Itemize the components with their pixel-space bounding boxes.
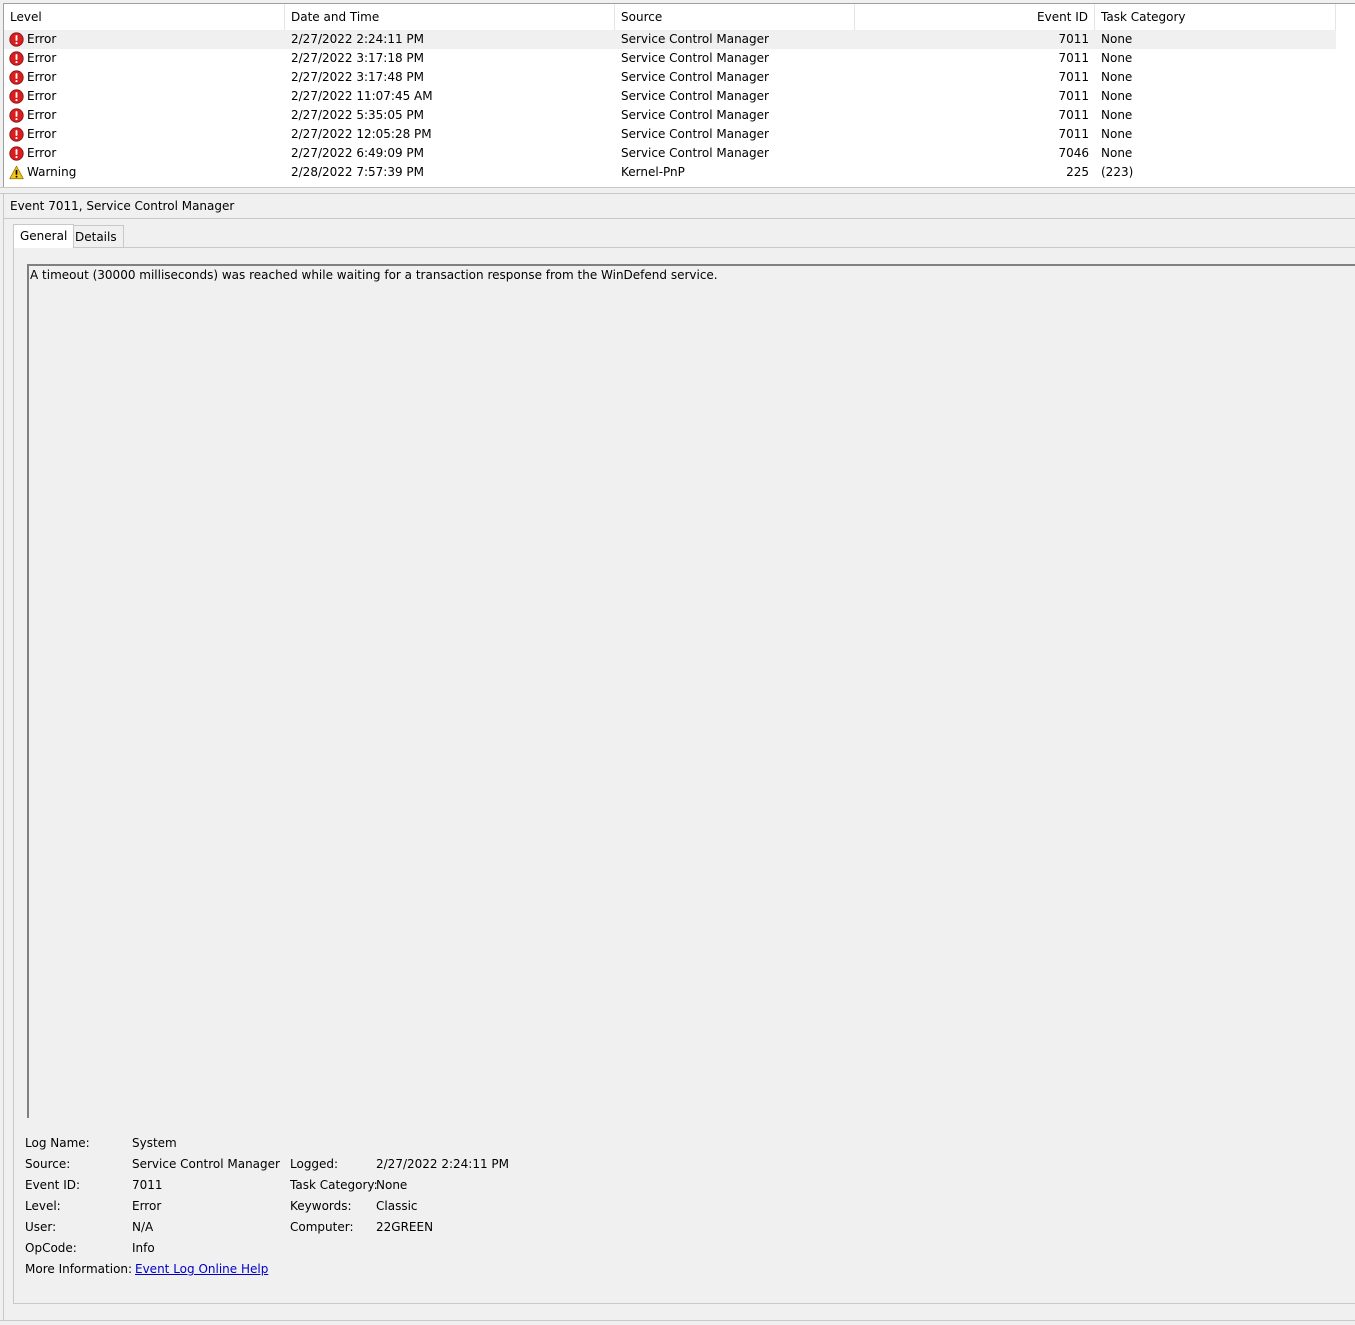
table-row[interactable]: Error 2/27/2022 11:07:45 AM Service Contro… xyxy=(4,87,1336,106)
date-time-cell: 2/27/2022 6:49:09 PM xyxy=(291,146,425,160)
event-log-online-help-link[interactable]: Event Log Online Help xyxy=(135,1262,268,1276)
event-id-cell: 225 xyxy=(1066,165,1089,179)
keywords-label: Keywords: xyxy=(290,1199,352,1213)
logged-label: Logged: xyxy=(290,1157,339,1171)
source-cell: Service Control Manager xyxy=(621,70,769,84)
task-category-cell: None xyxy=(1101,32,1133,46)
task-category-cell: None xyxy=(1101,70,1133,84)
user-value: N/A xyxy=(132,1220,154,1234)
table-row[interactable]: Error 2/27/2022 2:24:11 PM Service Control… xyxy=(4,30,1336,49)
level-cell: Error xyxy=(27,32,57,46)
source-value: Service Control Manager xyxy=(132,1157,280,1171)
column-header-task-category[interactable]: Task Category xyxy=(1095,4,1336,30)
date-time-cell: 2/28/2022 7:57:39 PM xyxy=(291,165,425,179)
level-cell: Error xyxy=(27,127,57,141)
source-cell: Service Control Manager xyxy=(621,32,769,46)
level-cell: Error xyxy=(27,51,57,65)
task-category-cell: None xyxy=(1101,108,1133,122)
level-label: Level: xyxy=(25,1199,61,1213)
source-label: Source: xyxy=(25,1157,71,1171)
date-time-cell: 2/27/2022 3:17:18 PM xyxy=(291,51,425,65)
computer-value: 22GREEN xyxy=(376,1220,434,1234)
error-icon xyxy=(9,127,24,142)
date-time-cell: 2/27/2022 5:35:05 PM xyxy=(291,108,425,122)
detail-separator xyxy=(3,218,1355,219)
logged-value: 2/27/2022 2:24:11 PM xyxy=(376,1157,510,1171)
source-cell: Service Control Manager xyxy=(621,51,769,65)
level-value: Error xyxy=(132,1199,162,1213)
event-id-cell: 7011 xyxy=(1058,32,1089,46)
user-label: User: xyxy=(25,1220,57,1234)
table-row[interactable]: Error 2/27/2022 5:35:05 PM Service Control… xyxy=(4,106,1336,125)
error-icon xyxy=(9,108,24,123)
level-cell: Error xyxy=(27,89,57,103)
error-icon xyxy=(9,89,24,104)
task-category-value: None xyxy=(376,1178,408,1192)
table-row[interactable]: Error 2/27/2022 6:49:09 PM Service Control… xyxy=(4,144,1336,163)
event-list[interactable]: Level ˄ Date and Time Source Event ID Ta… xyxy=(3,3,1355,187)
event-description-text: A timeout (30000 milliseconds) was reach… xyxy=(30,268,718,282)
tab-general[interactable]: General xyxy=(13,224,75,248)
sort-ascending-icon: ˄ xyxy=(140,3,145,11)
task-category-cell: None xyxy=(1101,51,1133,65)
list-header: Level ˄ Date and Time Source Event ID Ta… xyxy=(4,4,1355,30)
task-category-cell: None xyxy=(1101,127,1133,141)
computer-label: Computer: xyxy=(290,1220,354,1234)
error-icon xyxy=(9,51,24,66)
opcode-label: OpCode: xyxy=(25,1241,77,1255)
left-border xyxy=(3,194,4,1320)
table-row[interactable]: Warning 2/28/2022 7:57:39 PM Kernel-PnP 225… xyxy=(4,163,1336,182)
column-header-date-time[interactable]: Date and Time xyxy=(285,4,615,30)
event-id-cell: 7046 xyxy=(1058,146,1089,160)
table-row[interactable]: Error 2/27/2022 12:05:28 PM Service Contro… xyxy=(4,125,1336,144)
event-id-value: 7011 xyxy=(132,1178,163,1192)
source-cell: Service Control Manager xyxy=(621,89,769,103)
table-row[interactable]: Error 2/27/2022 3:17:18 PM Service Control… xyxy=(4,49,1336,68)
task-category-label: Task Category: xyxy=(290,1178,378,1192)
bottom-border xyxy=(0,1320,1355,1321)
tab-details[interactable]: Details xyxy=(68,225,124,247)
date-time-cell: 2/27/2022 3:17:48 PM xyxy=(291,70,425,84)
detail-title: Event 7011, Service Control Manager xyxy=(10,199,235,213)
source-cell: Kernel-PnP xyxy=(621,165,685,179)
column-header-level[interactable]: Level xyxy=(4,4,285,30)
task-category-cell: (223) xyxy=(1101,165,1134,179)
date-time-cell: 2/27/2022 12:05:28 PM xyxy=(291,127,432,141)
task-category-cell: None xyxy=(1101,146,1133,160)
source-cell: Service Control Manager xyxy=(621,146,769,160)
keywords-value: Classic xyxy=(376,1199,418,1213)
date-time-cell: 2/27/2022 2:24:11 PM xyxy=(291,32,425,46)
event-id-cell: 7011 xyxy=(1058,70,1089,84)
error-icon xyxy=(9,70,24,85)
column-header-event-id[interactable]: Event ID xyxy=(855,4,1095,30)
event-id-cell: 7011 xyxy=(1058,89,1089,103)
event-id-cell: 7011 xyxy=(1058,127,1089,141)
level-cell: Error xyxy=(27,146,57,160)
error-icon xyxy=(9,32,24,47)
source-cell: Service Control Manager xyxy=(621,108,769,122)
log-name-value: System xyxy=(132,1136,177,1150)
event-id-cell: 7011 xyxy=(1058,108,1089,122)
level-cell: Error xyxy=(27,70,57,84)
level-cell: Error xyxy=(27,108,57,122)
error-icon xyxy=(9,146,24,161)
level-cell: Warning xyxy=(27,165,77,179)
event-id-cell: 7011 xyxy=(1058,51,1089,65)
more-information-label: More Information: xyxy=(25,1262,133,1276)
pane-splitter[interactable] xyxy=(0,187,1355,194)
column-header-source[interactable]: Source xyxy=(615,4,855,30)
task-category-cell: None xyxy=(1101,89,1133,103)
warning-icon xyxy=(9,165,24,180)
opcode-value: Info xyxy=(132,1241,155,1255)
date-time-cell: 2/27/2022 11:07:45 AM xyxy=(291,89,433,103)
event-description-box[interactable]: A timeout (30000 milliseconds) was reach… xyxy=(27,264,1355,1118)
event-id-label: Event ID: xyxy=(25,1178,81,1192)
source-cell: Service Control Manager xyxy=(621,127,769,141)
table-row[interactable]: Error 2/27/2022 3:17:48 PM Service Control… xyxy=(4,68,1336,87)
log-name-label: Log Name: xyxy=(25,1136,90,1150)
